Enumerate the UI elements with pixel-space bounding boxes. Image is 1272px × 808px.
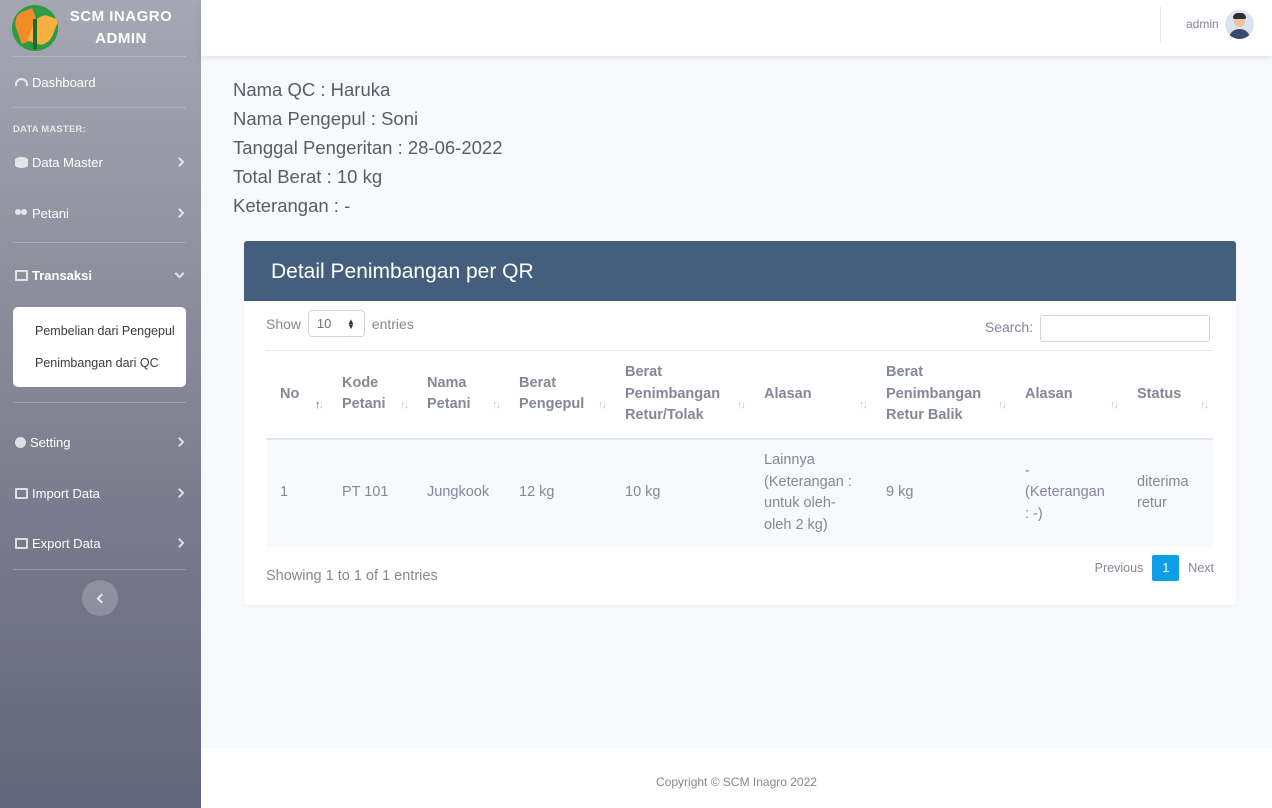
info-nama-pengepul: Nama Pengepul : Soni bbox=[233, 108, 419, 129]
info-keterangan: Keterangan : - bbox=[233, 195, 351, 216]
column-header-berat-pengepul[interactable]: Berat Pengepul ↑↓ bbox=[505, 351, 611, 439]
brand-line1: SCM INAGRO bbox=[69, 8, 173, 25]
chevron-down-icon bbox=[174, 268, 185, 279]
cell-berat-retur-balik: 9 kg bbox=[886, 484, 914, 501]
sidebar-item-export-data[interactable]: Export Data bbox=[0, 505, 201, 581]
sort-icon: ↑↓ bbox=[1200, 399, 1209, 411]
chevron-right-icon bbox=[174, 488, 185, 498]
file-export-icon bbox=[15, 537, 28, 549]
cell-alasan: Lainnya (Keterangan : untuk oleh-oleh 2 … bbox=[764, 452, 852, 533]
info-nama-qc: Nama QC : Haruka bbox=[233, 79, 391, 100]
column-header-status[interactable]: Status ↑↓ bbox=[1123, 351, 1213, 439]
column-header-berat-retur-balik[interactable]: Berat Penimbangan Retur Balik ↑↓ bbox=[872, 351, 1011, 439]
column-header-nama-petani[interactable]: Nama Petani ↑↓ bbox=[413, 351, 505, 439]
sidebar-item-label: Data Master bbox=[32, 154, 103, 170]
search-label: Search: bbox=[984, 319, 1034, 336]
sidebar-item-label: Petani bbox=[32, 205, 69, 221]
tachometer-icon bbox=[15, 78, 28, 86]
sort-icon: ↑↓ bbox=[737, 399, 746, 411]
sidebar-item-data-master[interactable]: Data Master bbox=[0, 140, 201, 184]
pagination-page-1[interactable]: 1 bbox=[1152, 555, 1180, 581]
cell-kode-petani: PT 101 bbox=[342, 484, 389, 501]
column-header-no[interactable]: No ↑↓ bbox=[266, 351, 328, 439]
user-name[interactable]: admin bbox=[1186, 17, 1219, 31]
entries-select[interactable]: 10 ▲ ▼ bbox=[307, 310, 365, 337]
chevron-left-icon bbox=[96, 593, 107, 603]
chevron-right-icon bbox=[174, 208, 185, 218]
brand-logo bbox=[12, 5, 58, 51]
sidebar-item-label: Setting bbox=[30, 434, 71, 450]
cog-icon bbox=[15, 436, 26, 448]
detail-table: No ↑↓ Kode Petani ↑↓ Nama Petani ↑↓ Berat P… bbox=[266, 350, 1213, 547]
topbar: admin bbox=[201, 0, 1272, 56]
brand-title: SCM INAGRO ADMIN bbox=[66, 6, 176, 50]
sort-icon: ↑↓ bbox=[492, 399, 501, 411]
sidebar-item-label: Export Data bbox=[32, 535, 101, 551]
card-title: Detail Penimbangan per QR bbox=[244, 241, 1236, 301]
column-header-berat-retur-tolak[interactable]: Berat Penimbangan Retur/Tolak ↑↓ bbox=[611, 351, 750, 439]
column-header-alasan[interactable]: Alasan ↑↓ bbox=[750, 351, 872, 439]
column-header-kode-petani[interactable]: Kode Petani ↑↓ bbox=[328, 351, 413, 439]
sort-icon: ↑↓ bbox=[400, 399, 409, 411]
chevron-right-icon bbox=[174, 157, 185, 167]
table-header-row: No ↑↓ Kode Petani ↑↓ Nama Petani ↑↓ Berat P… bbox=[266, 350, 1213, 439]
select-arrows-icon: ▲ ▼ bbox=[347, 317, 355, 331]
cell-berat-pengepul: 12 kg bbox=[519, 484, 555, 501]
pagination-next[interactable]: Next bbox=[1188, 561, 1214, 575]
submenu-item-penimbangan[interactable]: Penimbangan dari QC bbox=[13, 347, 186, 379]
sidebar-item-transaksi[interactable]: Transaksi bbox=[0, 243, 201, 307]
cell-berat-retur-tolak: 10 kg bbox=[625, 484, 661, 501]
cell-no: 1 bbox=[280, 484, 289, 501]
sort-icon: ↑↓ bbox=[1110, 399, 1119, 411]
search-input[interactable] bbox=[1040, 315, 1210, 342]
detail-card: Detail Penimbangan per QR Show 10 ▲ ▼ ent… bbox=[244, 241, 1236, 605]
sidebar-item-dashboard[interactable]: Dashboard bbox=[0, 57, 201, 107]
file-import-icon bbox=[15, 487, 28, 499]
entries-length: Show 10 ▲ ▼ entries bbox=[266, 310, 414, 337]
footer: Copyright © SCM Inagro 2022 bbox=[201, 748, 1272, 808]
transaksi-submenu: Pembelian dari Pengepul Penimbangan dari… bbox=[13, 307, 186, 387]
sidebar-item-label: Import Data bbox=[32, 485, 100, 501]
database-icon bbox=[15, 156, 28, 168]
table-info: Showing 1 to 1 of 1 entries bbox=[266, 568, 438, 584]
sidebar: SCM INAGRO ADMIN Dashboard DATA MASTER: … bbox=[0, 0, 201, 808]
copyright: Copyright © SCM Inagro 2022 bbox=[656, 775, 817, 789]
info-total-berat: Total Berat : 10 kg bbox=[233, 166, 383, 187]
table-row: 1 PT 101 Jungkook 12 kg 10 kg Lainnya (K… bbox=[266, 438, 1213, 547]
cell-status: diterima retur bbox=[1137, 473, 1189, 512]
sort-icon: ↑↓ bbox=[598, 399, 607, 411]
sidebar-item-label: Transaksi bbox=[32, 267, 92, 283]
entries-select-value: 10 bbox=[316, 316, 332, 331]
detail-info: Nama QC : Haruka Nama Pengepul : Soni Ta… bbox=[233, 75, 502, 220]
brand-line2: ADMIN bbox=[95, 30, 147, 47]
pagination-previous[interactable]: Previous bbox=[1095, 561, 1144, 575]
topbar-divider bbox=[1160, 7, 1161, 43]
sidebar-item-label: Dashboard bbox=[32, 74, 96, 90]
sort-icon: ↑↓ bbox=[315, 399, 324, 411]
sidebar-heading: DATA MASTER: bbox=[13, 124, 86, 135]
brand[interactable]: SCM INAGRO ADMIN bbox=[0, 0, 201, 56]
chevron-right-icon bbox=[174, 538, 185, 548]
sidebar-item-petani[interactable]: Petani bbox=[0, 184, 201, 242]
sidebar-toggle-button[interactable] bbox=[82, 580, 118, 616]
pagination: Previous 1 Next bbox=[1095, 555, 1214, 581]
entries-label: entries bbox=[371, 316, 414, 333]
sort-icon: ↑↓ bbox=[998, 399, 1007, 411]
users-icon bbox=[15, 208, 28, 219]
table-search: Search: bbox=[984, 310, 1213, 342]
avatar[interactable] bbox=[1225, 10, 1254, 39]
sidebar-item-setting[interactable]: Setting bbox=[0, 403, 201, 481]
show-label: Show bbox=[266, 316, 302, 333]
chevron-right-icon bbox=[174, 437, 185, 447]
cell-alasan-2: - (Keterangan : -) bbox=[1025, 462, 1105, 522]
column-header-alasan-2[interactable]: Alasan ↑↓ bbox=[1011, 351, 1123, 439]
table-controls: Show 10 ▲ ▼ entries Search: bbox=[266, 310, 1213, 342]
sidebar-item-import-data[interactable]: Import Data bbox=[0, 481, 201, 505]
sort-icon: ↑↓ bbox=[859, 399, 868, 411]
cell-nama-petani: Jungkook bbox=[427, 484, 490, 501]
sign-in-icon bbox=[15, 269, 28, 281]
info-tanggal: Tanggal Pengeritan : 28-06-2022 bbox=[233, 137, 503, 158]
submenu-item-pembelian[interactable]: Pembelian dari Pengepul bbox=[13, 315, 186, 347]
